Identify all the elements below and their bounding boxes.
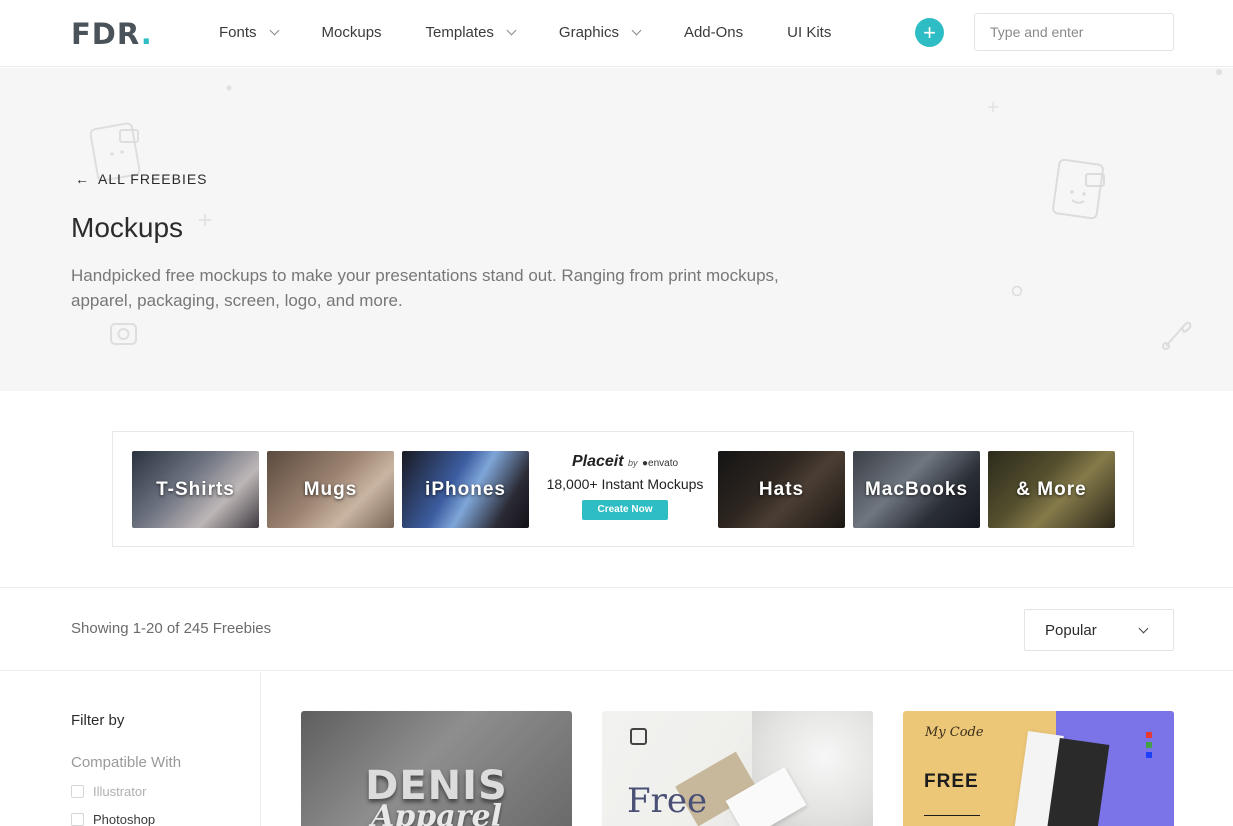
tile-mugs[interactable]: Mugs	[267, 451, 394, 528]
freebie-card[interactable]: Free	[602, 711, 873, 826]
placeit-banner[interactable]: T-Shirts Mugs iPhones Placeit by ●envato…	[112, 431, 1134, 547]
swatch-blue	[1146, 752, 1152, 758]
site-header: FDR. Fonts Mockups Templates Graphics Ad…	[0, 0, 1233, 67]
page-description: Handpicked free mockups to make your pre…	[71, 266, 779, 310]
checkbox[interactable]	[71, 785, 84, 798]
chevron-down-icon	[631, 25, 642, 35]
card-image-text: Free	[627, 781, 708, 821]
results-count: Showing 1-20 of 245 Freebies	[71, 620, 272, 637]
checkbox[interactable]	[71, 813, 84, 826]
card-image-text: FREE	[924, 771, 979, 792]
dot-doodle-icon	[1216, 69, 1222, 75]
plus-doodle-icon	[199, 214, 211, 226]
divider	[924, 815, 980, 816]
filter-group-compatible-with: Compatible With	[71, 754, 182, 771]
file-smile-doodle-icon	[1052, 158, 1105, 220]
page-title: Mockups	[71, 212, 184, 243]
main-nav: Fonts Mockups Templates Graphics Add-Ons…	[219, 0, 875, 64]
arrow-left-icon: ←	[75, 171, 90, 187]
circle-doodle-icon	[1011, 285, 1023, 297]
nav-item-templates[interactable]: Templates	[426, 24, 517, 41]
chevron-down-icon	[506, 25, 517, 35]
swatch-red	[1146, 732, 1152, 738]
nav-item-add-ons[interactable]: Add-Ons	[684, 24, 743, 41]
swatch-green	[1146, 742, 1152, 748]
hero-section: ← ALL FREEBIES Mockups Handpicked free m…	[0, 68, 1233, 391]
brush-doodle-icon	[1162, 321, 1192, 350]
placeit-logo: Placeit by ●envato	[571, 453, 679, 470]
freebie-card[interactable]: DENIS Apparel	[301, 711, 572, 826]
chevron-down-icon	[269, 25, 279, 35]
tile-t-shirts[interactable]: T-Shirts	[132, 451, 259, 528]
card-image-text: My Code	[925, 725, 984, 740]
search-input[interactable]	[974, 13, 1174, 51]
results-bar: Showing 1-20 of 245 Freebies Popular	[0, 587, 1233, 671]
sort-select[interactable]: Popular	[1024, 609, 1174, 651]
placeit-tagline: 18,000+ Instant Mockups	[546, 476, 704, 492]
nav-item-ui-kits[interactable]: UI Kits	[787, 24, 831, 41]
brand-mark-icon	[630, 728, 647, 745]
freebie-card[interactable]: My Code FREE	[903, 711, 1174, 826]
nav-item-mockups[interactable]: Mockups	[322, 24, 382, 41]
nav-item-graphics[interactable]: Graphics	[559, 24, 642, 41]
nav-item-fonts[interactable]: Fonts	[219, 24, 279, 41]
create-now-button[interactable]: Create Now	[582, 500, 668, 520]
tile-iphones[interactable]: iPhones	[402, 451, 529, 528]
chevron-down-icon	[1138, 623, 1149, 634]
plus-icon: +	[923, 19, 936, 45]
filter-option-photoshop[interactable]: Photoshop	[71, 812, 155, 826]
card-image-text: Apparel	[371, 799, 502, 826]
tile-macbooks[interactable]: MacBooks	[853, 451, 980, 528]
dot-doodle-icon	[226, 85, 232, 91]
add-submit-button[interactable]: +	[915, 18, 944, 47]
filter-option-illustrator[interactable]: Illustrator	[71, 784, 146, 799]
filter-title: Filter by	[71, 712, 125, 729]
camera-doodle-icon	[110, 323, 137, 345]
filter-sidebar: Filter by Compatible With Illustrator Ph…	[0, 672, 261, 826]
placeit-promo: Placeit by ●envato 18,000+ Instant Mocku…	[535, 451, 715, 528]
tile-hats[interactable]: Hats	[718, 451, 845, 528]
tile-and-more[interactable]: & More	[988, 451, 1115, 528]
site-logo[interactable]: FDR.	[71, 17, 153, 51]
back-to-all-freebies-link[interactable]: ← ALL FREEBIES	[75, 171, 208, 187]
plus-doodle-icon	[988, 102, 998, 112]
